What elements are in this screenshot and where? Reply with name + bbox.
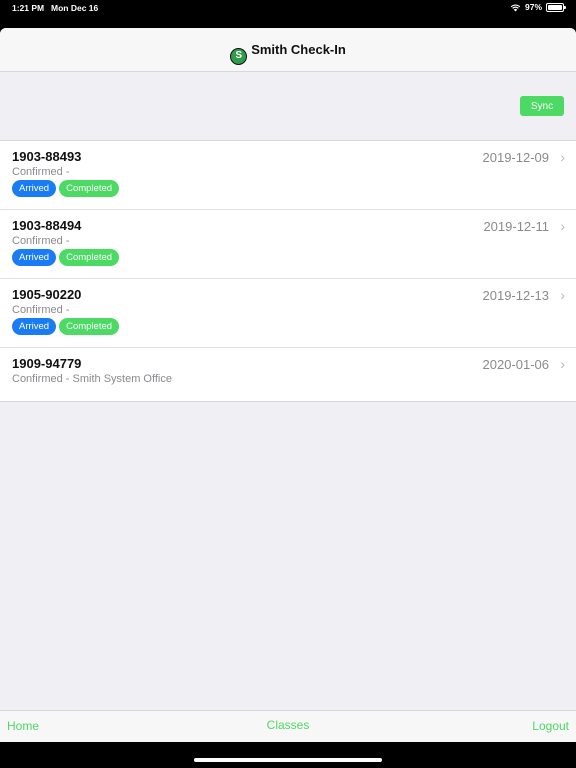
appointment-date: 2019-12-09 [482, 150, 550, 165]
appointment-number: 1903-88494 [12, 218, 82, 233]
toolbar: Sync [0, 72, 576, 140]
appointment-number: 1909-94779 [12, 356, 82, 371]
page-title-text: Smith Check-In [251, 42, 346, 57]
appointment-status: Confirmed - [12, 235, 70, 247]
arrived-badge: Arrived [12, 318, 57, 335]
chevron-right-icon: › [560, 287, 565, 303]
status-date: Mon Dec 16 [51, 3, 99, 13]
wifi-icon [510, 4, 521, 11]
appointment-status: Confirmed - [12, 304, 70, 316]
badge-group: Arrived Completed [12, 249, 120, 266]
sync-button[interactable]: Sync [520, 96, 564, 116]
tab-logout[interactable]: Logout [532, 719, 569, 733]
battery-percent: 97% [524, 2, 542, 12]
appointment-number: 1903-88493 [12, 149, 82, 164]
appointment-status: Confirmed - Smith System Office [12, 373, 172, 385]
tab-bar: Home Classes Logout [0, 710, 576, 742]
battery-icon [546, 2, 566, 12]
appointment-date: 2020-01-06 [482, 357, 550, 372]
home-indicator[interactable] [194, 758, 382, 762]
smith-logo-icon: S [230, 48, 248, 65]
nav-bar: S Smith Check-In [0, 28, 576, 72]
list-item[interactable]: 1909-94779 Confirmed - Smith System Offi… [0, 348, 576, 401]
status-bar: 1:21 PM Mon Dec 16 97% [0, 0, 576, 16]
arrived-badge: Arrived [12, 180, 57, 197]
appointment-status: Confirmed - [12, 166, 70, 178]
badge-group: Arrived Completed [12, 318, 120, 335]
arrived-badge: Arrived [12, 249, 57, 266]
tab-classes[interactable]: Classes [0, 718, 576, 732]
appointment-list: 1903-88493 Confirmed - 2019-12-09 › Arri… [0, 140, 576, 402]
completed-badge: Completed [59, 249, 120, 266]
chevron-right-icon: › [560, 356, 565, 372]
list-item[interactable]: 1905-90220 Confirmed - 2019-12-13 › Arri… [0, 279, 576, 348]
completed-badge: Completed [59, 318, 120, 335]
list-item[interactable]: 1903-88493 Confirmed - 2019-12-09 › Arri… [0, 141, 576, 210]
chevron-right-icon: › [560, 149, 565, 165]
page-title: S Smith Check-In [0, 42, 576, 65]
appointment-date: 2019-12-13 [482, 288, 550, 303]
appointment-number: 1905-90220 [12, 287, 82, 302]
status-time: 1:21 PM [12, 3, 45, 13]
completed-badge: Completed [59, 180, 120, 197]
badge-group: Arrived Completed [12, 180, 120, 197]
list-item[interactable]: 1903-88494 Confirmed - 2019-12-11 › Arri… [0, 210, 576, 279]
app-screen: S Smith Check-In Sync 1903-88493 Confirme… [0, 28, 576, 742]
appointment-date: 2019-12-11 [483, 219, 549, 234]
status-right: 97% [510, 2, 566, 12]
chevron-right-icon: › [560, 218, 565, 234]
